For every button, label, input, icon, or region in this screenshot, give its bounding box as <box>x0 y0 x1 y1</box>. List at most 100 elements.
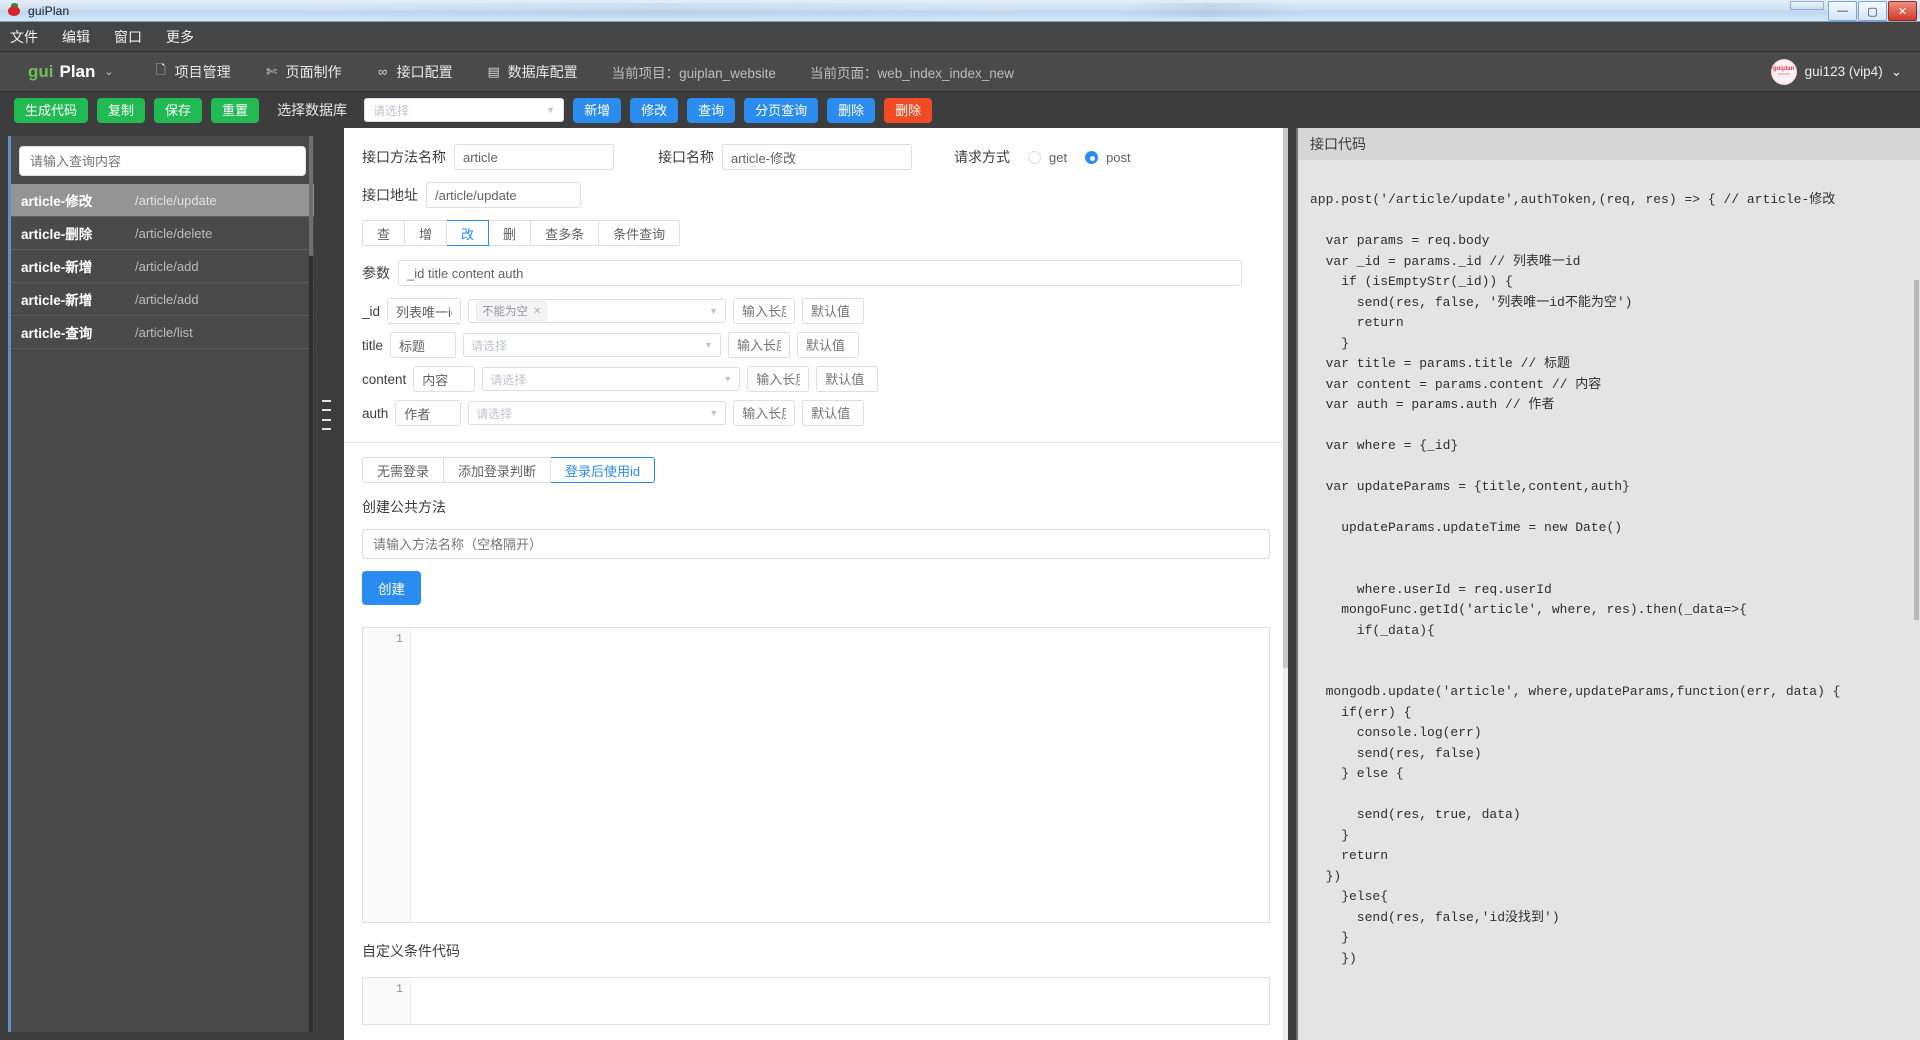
param-length-input[interactable] <box>733 400 795 426</box>
scissors-icon: ✄ <box>265 64 279 80</box>
code-panel-scrollbar[interactable] <box>1913 160 1920 1040</box>
menu-item-edit[interactable]: 编辑 <box>62 27 90 47</box>
menu-item-file[interactable]: 文件 <box>10 27 38 47</box>
crud-tab-group: 查 增 改 删 查多条 条件查询 <box>362 220 1270 246</box>
editor-textarea-2[interactable] <box>411 978 1269 1024</box>
generate-code-button[interactable]: 生成代码 <box>14 98 88 123</box>
param-default-input[interactable] <box>816 366 878 392</box>
custom-condition-editor[interactable]: 1 <box>362 977 1270 1025</box>
api-path: /article/list <box>135 325 193 340</box>
list-item[interactable]: article-新增 /article/add <box>11 283 314 316</box>
nav-item-project-management[interactable]: 🗋 项目管理 <box>154 61 231 83</box>
editor-gutter: 1 <box>363 628 411 922</box>
close-button[interactable]: ✕ <box>1888 1 1917 21</box>
param-rule-placeholder: 请选择 <box>476 405 512 422</box>
titlebar-ghost-text <box>300 3 1020 17</box>
param-length-input[interactable] <box>747 366 809 392</box>
user-menu[interactable]: guiplan website gui123 (vip4) ⌄ <box>1771 59 1902 85</box>
query-button[interactable]: 查询 <box>687 98 735 123</box>
param-default-input[interactable] <box>797 332 859 358</box>
list-item[interactable]: article-修改 /article/update <box>11 184 314 217</box>
param-row: _id 不能为空 ✕ ▼ <box>362 298 1270 324</box>
params-input[interactable] <box>398 260 1242 286</box>
radio-post[interactable] <box>1085 151 1098 164</box>
method-name-field[interactable] <box>362 529 1270 559</box>
tab-add-login-check[interactable]: 添加登录判断 <box>444 457 551 483</box>
param-default-input[interactable] <box>802 400 864 426</box>
param-desc-input[interactable] <box>387 298 461 324</box>
brand-logo[interactable]: guiPlan ⌄ <box>28 62 114 82</box>
param-key: auth <box>362 406 388 421</box>
chevron-down-icon[interactable]: ⌄ <box>1891 64 1902 80</box>
edit-button[interactable]: 修改 <box>630 98 678 123</box>
nav-item-database-config[interactable]: ▤ 数据库配置 <box>487 62 578 82</box>
section-divider <box>344 442 1288 443</box>
param-rule-select[interactable]: 请选择 ▼ <box>482 367 740 391</box>
param-rule-select[interactable]: 请选择 ▼ <box>468 401 726 425</box>
maximize-button[interactable]: ▢ <box>1858 1 1887 21</box>
scrollbar-thumb[interactable] <box>1914 280 1919 620</box>
tab-select-many[interactable]: 查多条 <box>531 220 599 246</box>
api-path: /article/add <box>135 292 199 307</box>
editor-textarea[interactable] <box>411 628 1269 922</box>
param-rule-select[interactable]: 请选择 ▼ <box>463 333 721 357</box>
method-name-input[interactable] <box>454 144 614 170</box>
database-select[interactable]: 请选择 ▼ <box>364 98 564 122</box>
panel-resize-handle[interactable] <box>322 398 331 432</box>
close-icon[interactable]: ✕ <box>533 306 541 317</box>
api-path: /article/update <box>135 193 217 208</box>
copy-button[interactable]: 复制 <box>97 98 145 123</box>
param-row: title 请选择 ▼ <box>362 332 1270 358</box>
tab-select[interactable]: 查 <box>362 220 405 246</box>
list-item[interactable]: article-新增 /article/add <box>11 250 314 283</box>
tab-insert[interactable]: 增 <box>405 220 447 246</box>
create-button[interactable]: 创建 <box>362 571 421 605</box>
list-item[interactable]: article-查询 /article/list <box>11 316 314 349</box>
scrollbar-thumb[interactable] <box>1283 128 1288 668</box>
api-url-input[interactable] <box>426 182 581 208</box>
delete-danger-button[interactable]: 删除 <box>884 98 932 123</box>
nav-item-page-builder[interactable]: ✄ 页面制作 <box>265 62 342 82</box>
workspace: article-修改 /article/update article-删除 /a… <box>0 128 1920 1040</box>
left-panel-scrollbar[interactable] <box>309 136 313 1032</box>
menu-item-more[interactable]: 更多 <box>166 27 194 47</box>
request-method-post-option[interactable]: post <box>1085 150 1131 165</box>
api-name-input[interactable] <box>722 144 912 170</box>
scrollbar-thumb[interactable] <box>309 136 313 256</box>
menu-item-window[interactable]: 窗口 <box>114 27 142 47</box>
param-default-input[interactable] <box>802 298 864 324</box>
param-length-input[interactable] <box>728 332 790 358</box>
nav-item-api-config[interactable]: ∞ 接口配置 <box>376 62 453 82</box>
api-list: article-修改 /article/update article-删除 /a… <box>11 184 314 349</box>
chevron-down-icon[interactable]: ⌄ <box>104 65 113 78</box>
code-editor[interactable]: 1 <box>362 627 1270 923</box>
add-button[interactable]: 新增 <box>573 98 621 123</box>
minimize-button[interactable]: — <box>1828 1 1857 21</box>
api-url-label: 接口地址 <box>362 185 418 205</box>
radio-get[interactable] <box>1028 151 1041 164</box>
code-panel-header: 接口代码 <box>1296 128 1920 160</box>
reset-button[interactable]: 重置 <box>211 98 259 123</box>
list-item[interactable]: article-删除 /article/delete <box>11 217 314 250</box>
tab-delete[interactable]: 删 <box>489 220 531 246</box>
center-panel-scrollbar[interactable] <box>1283 128 1288 1040</box>
link-icon: ∞ <box>376 64 390 79</box>
paged-query-button[interactable]: 分页查询 <box>744 98 818 123</box>
delete-button[interactable]: 删除 <box>827 98 875 123</box>
param-desc-input[interactable] <box>395 400 461 426</box>
chevron-down-icon: ▼ <box>704 340 713 350</box>
param-desc-input[interactable] <box>390 332 456 358</box>
tab-conditional-query[interactable]: 条件查询 <box>599 220 680 246</box>
chevron-down-icon: ▼ <box>709 408 718 418</box>
param-rule-tag[interactable]: 不能为空 ✕ <box>476 301 547 321</box>
param-rule-select[interactable]: 不能为空 ✕ ▼ <box>468 299 726 323</box>
method-name-label: 接口方法名称 <box>362 147 446 167</box>
tab-update[interactable]: 改 <box>447 220 489 246</box>
tab-no-login[interactable]: 无需登录 <box>362 457 444 483</box>
request-method-get-option[interactable]: get <box>1028 150 1067 165</box>
save-button[interactable]: 保存 <box>154 98 202 123</box>
tab-use-login-id[interactable]: 登录后使用id <box>551 457 655 483</box>
search-input[interactable] <box>19 146 306 176</box>
param-desc-input[interactable] <box>413 366 475 392</box>
param-length-input[interactable] <box>733 298 795 324</box>
